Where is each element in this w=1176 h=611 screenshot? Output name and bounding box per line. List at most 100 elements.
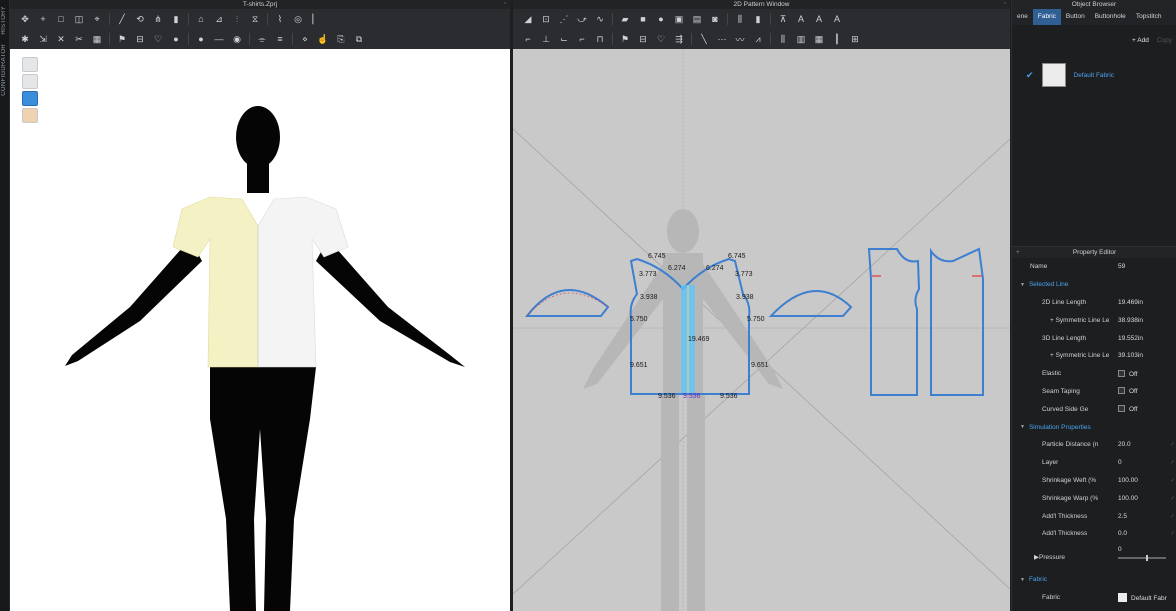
edit-icon[interactable]: ✓ [1170, 477, 1175, 484]
grid-icon[interactable]: ▦ [88, 32, 106, 46]
prop-value[interactable]: 2.5 [1118, 513, 1127, 520]
pattern-back-right[interactable] [930, 247, 984, 396]
3d-viewport[interactable] [10, 49, 510, 611]
section-fabric[interactable]: ▼ Fabric [1012, 571, 1176, 589]
select-move-icon[interactable]: ✥ [16, 12, 34, 26]
wave-icon[interactable]: 〰 [731, 32, 749, 46]
internal-circle-icon[interactable]: ◙ [706, 12, 724, 26]
hanger-icon[interactable]: ⌯ [253, 32, 271, 46]
edit-pattern-icon[interactable]: ◢ [519, 12, 537, 26]
pressure-slider[interactable] [1118, 554, 1166, 561]
edit-icon[interactable]: ✓ [1170, 513, 1175, 520]
edit-curvature-icon[interactable]: ∿ [591, 12, 609, 26]
bar-icon[interactable]: ▏ [307, 12, 325, 26]
circle-icon[interactable]: ● [652, 12, 670, 26]
zigzag-icon[interactable]: ⩘ [749, 32, 767, 46]
flag-icon[interactable]: ⚑ [616, 32, 634, 46]
copy-icon[interactable]: ⎘ [332, 32, 350, 46]
pin-icon[interactable]: ⌖ [88, 12, 106, 26]
dot-icon[interactable]: ● [167, 32, 185, 46]
layers-icon[interactable]: ≡ [271, 32, 289, 46]
prop-value[interactable]: 19.469in [1118, 299, 1143, 306]
polygon-icon[interactable]: ▰ [616, 12, 634, 26]
tshirt-left-panel[interactable] [172, 196, 259, 368]
frame-icon[interactable]: ⊞ [846, 32, 864, 46]
text-size-icon[interactable]: A [810, 12, 828, 26]
free-seam-icon[interactable]: ▮ [749, 12, 767, 26]
stitch-icon[interactable]: ⋯ [713, 32, 731, 46]
configurator-tab[interactable]: CONFIGURATOR [1, 44, 7, 96]
prop-value[interactable]: 20.0 [1118, 441, 1131, 448]
arrange-icon[interactable]: ⇲ [34, 32, 52, 46]
internal-polygon-icon[interactable]: ▣ [670, 12, 688, 26]
pleat-icon[interactable]: ⫼ [774, 32, 792, 46]
elastic-toggle[interactable]: Off [1118, 369, 1138, 378]
render-mode-icon[interactable] [22, 74, 38, 89]
ruler-icon[interactable]: ⊟ [131, 32, 149, 46]
edit-icon[interactable]: ✓ [1170, 495, 1175, 502]
tape-icon[interactable]: ⫶ [228, 12, 246, 26]
transform-pattern-icon[interactable]: ⊡ [537, 12, 555, 26]
strap-icon[interactable]: ▮ [167, 12, 185, 26]
grain-icon[interactable]: ⇶ [670, 32, 688, 46]
float-icon[interactable]: ▫ [504, 0, 506, 9]
text-small-icon[interactable]: A [828, 12, 846, 26]
prop-value[interactable]: 0.0 [1118, 530, 1127, 537]
slider-handle[interactable] [1146, 554, 1148, 561]
avatar-icon[interactable]: ✱ [16, 32, 34, 46]
pleat-icon[interactable]: ⧖ [246, 12, 264, 26]
line-height-icon[interactable]: ┃ [828, 32, 846, 46]
tab-button[interactable]: Button [1061, 9, 1090, 25]
trace-icon[interactable]: ⌙ [555, 32, 573, 46]
tab-fabric[interactable]: Fabric [1032, 9, 1061, 25]
grid-icon[interactable]: ▦ [810, 32, 828, 46]
internal-rect-icon[interactable]: ▤ [688, 12, 706, 26]
section-selected-line[interactable]: ▼ Selected Line [1012, 276, 1176, 294]
edit-icon[interactable]: ✓ [1170, 459, 1175, 466]
section-simulation-properties[interactable]: ▼ Simulation Properties [1012, 418, 1176, 436]
copy-fabric-button[interactable]: Copy [1157, 37, 1172, 44]
rectangle-icon[interactable]: ■ [634, 12, 652, 26]
pattern-back-left[interactable] [867, 248, 921, 396]
tack-icon[interactable]: ⋔ [149, 12, 167, 26]
tshirt-right-panel[interactable] [257, 196, 349, 368]
lasso-icon[interactable]: ⌇ [271, 12, 289, 26]
2d-pattern-canvas[interactable]: 6.745 6.745 6.274 6.274 3.773 3.773 3.93… [513, 49, 1010, 611]
pen-icon[interactable]: ╲ [695, 32, 713, 46]
brush-icon[interactable]: ⌂ [192, 12, 210, 26]
curve-point-icon[interactable]: ⤻ [573, 12, 591, 26]
point-icon[interactable]: ⋄ [296, 32, 314, 46]
seam-icon[interactable]: ⫼ [731, 12, 749, 26]
add-point-icon[interactable]: + [34, 12, 52, 26]
prop-value[interactable]: 0 [1118, 546, 1122, 553]
measure-icon[interactable]: ⊿ [210, 12, 228, 26]
shape-icon[interactable]: ◎ [289, 12, 307, 26]
checkbox[interactable] [1118, 387, 1125, 395]
tab-buttonhole[interactable]: Buttonhole [1090, 9, 1131, 25]
fold-arrangement-icon[interactable]: ⌐ [573, 32, 591, 46]
fabric-selector[interactable]: Default Fabr [1118, 592, 1167, 602]
dart-icon[interactable]: ⌐ [519, 32, 537, 46]
edit-icon[interactable]: ✓ [1170, 441, 1175, 448]
add-fabric-button[interactable]: + Add [1132, 37, 1149, 44]
edit-point-icon[interactable]: ⋰ [555, 12, 573, 26]
rectangle-icon[interactable]: □ [52, 12, 70, 26]
gradient-icon[interactable]: ▥ [792, 32, 810, 46]
prop-value[interactable]: 100.00 [1118, 477, 1138, 484]
history-tab[interactable]: HISTORY [1, 6, 7, 35]
tab-scene[interactable]: ene [1012, 9, 1033, 25]
checkbox[interactable] [1118, 405, 1125, 413]
check-length-icon[interactable]: ⊼ [774, 12, 792, 26]
pen-icon[interactable]: ╱ [113, 12, 131, 26]
seam-taping-toggle[interactable]: Off [1118, 387, 1138, 395]
prop-value[interactable]: 100.00 [1118, 495, 1138, 502]
transform-icon[interactable]: ◫ [70, 12, 88, 26]
camera-view-icon[interactable] [22, 57, 38, 72]
pattern-sleeve-right[interactable] [768, 290, 853, 317]
cross-icon[interactable]: ✕ [52, 32, 70, 46]
target-icon[interactable]: ◉ [228, 32, 246, 46]
notch-icon[interactable]: ⊥ [537, 32, 555, 46]
fold-icon[interactable]: ⟲ [131, 12, 149, 26]
stack-icon[interactable]: ⧉ [350, 32, 368, 46]
edit-icon[interactable]: ✓ [1170, 530, 1175, 537]
